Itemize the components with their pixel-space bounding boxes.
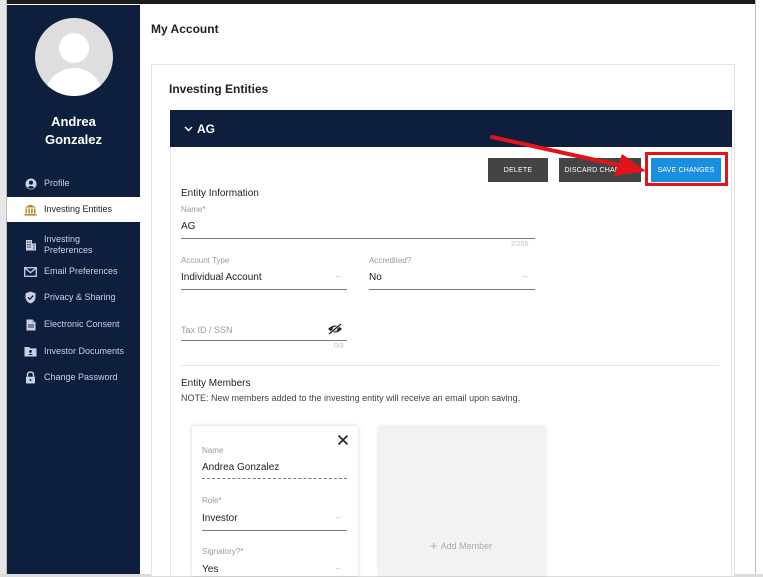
- avatar-body-icon: [45, 68, 103, 96]
- chevron-down-icon: –: [336, 513, 341, 522]
- user-name: Andrea Gonzalez: [7, 113, 140, 149]
- member-name-label: Name: [202, 446, 224, 455]
- sidebar-item-privacy-sharing[interactable]: Privacy & Sharing: [7, 285, 140, 310]
- sidebar-item-label: Privacy & Sharing: [44, 292, 116, 302]
- card-title: Investing Entities: [169, 82, 269, 96]
- members-note: NOTE: New members added to the investing…: [181, 393, 521, 403]
- close-icon[interactable]: [337, 433, 351, 447]
- avatar[interactable]: [35, 18, 113, 96]
- member-role-select[interactable]: Investor: [202, 513, 238, 524]
- avatar-head-icon: [59, 33, 89, 63]
- sidebar-item-investing-preferences[interactable]: Investing Preferences: [7, 231, 140, 259]
- envelope-icon: [24, 265, 37, 278]
- account-type-label: Account Type: [181, 256, 230, 265]
- entity-name-heading: AG: [197, 121, 215, 136]
- tax-id-field[interactable]: Tax ID / SSN: [181, 325, 233, 335]
- user-circle-icon: [24, 177, 37, 190]
- sidebar-item-label: Investor Documents: [44, 346, 125, 356]
- shield-check-icon: [24, 291, 37, 304]
- bank-icon: [24, 203, 37, 216]
- chevron-down-icon: –: [523, 272, 528, 281]
- save-highlight-box: [645, 152, 728, 186]
- window-top-border: [0, 0, 763, 4]
- sidebar-item-label: Email Preferences: [44, 266, 118, 276]
- accredited-select[interactable]: No: [369, 272, 382, 283]
- user-last-name: Gonzalez: [44, 132, 103, 147]
- member-name-underline: [202, 478, 347, 479]
- chevron-down-icon: [184, 125, 193, 132]
- entity-members-heading: Entity Members: [181, 378, 251, 389]
- lock-icon: [24, 371, 37, 384]
- entity-information-heading: Entity Information: [181, 188, 259, 199]
- accredited-label: Accredited?: [369, 256, 412, 265]
- account-type-underline: [181, 289, 347, 290]
- building-icon: [24, 239, 37, 252]
- name-field-underline: [181, 238, 535, 239]
- section-divider: [181, 365, 719, 366]
- name-field-label: Name*: [181, 205, 206, 214]
- sidebar-item-change-password[interactable]: Change Password: [7, 365, 140, 390]
- red-arrow-annotation: [490, 135, 646, 176]
- name-field-counter: 2/255: [511, 241, 529, 248]
- chevron-down-icon: –: [336, 272, 341, 281]
- member-signatory-label: Signatory?*: [202, 547, 244, 556]
- sidebar-item-label: Investing Entities: [44, 204, 113, 214]
- sidebar-item-profile[interactable]: Profile: [7, 171, 140, 196]
- account-type-select[interactable]: Individual Account: [181, 272, 262, 283]
- member-role-label: Role*: [202, 496, 222, 505]
- plus-icon: +: [430, 538, 438, 553]
- sidebar-item-label: Profile: [44, 178, 70, 188]
- page-title: My Account: [151, 22, 219, 36]
- tax-id-counter: 0/9: [334, 343, 344, 350]
- chevron-down-icon: –: [336, 564, 341, 573]
- accredited-underline: [369, 289, 535, 290]
- sidebar-item-label: Electronic Consent: [44, 319, 120, 329]
- member-name-input[interactable]: Andrea Gonzalez: [202, 462, 279, 473]
- window-left-border: [0, 0, 7, 577]
- member-role-underline: [202, 530, 347, 531]
- name-field-input[interactable]: AG: [181, 221, 195, 232]
- member-signatory-select[interactable]: Yes: [202, 564, 218, 575]
- add-member-card[interactable]: [378, 426, 546, 576]
- sidebar-item-electronic-consent[interactable]: Electronic Consent: [7, 312, 140, 337]
- tax-id-underline: [181, 340, 347, 341]
- document-icon: [24, 318, 37, 331]
- sidebar-item-investing-entities[interactable]: Investing Entities: [7, 197, 140, 222]
- sidebar-item-investor-documents[interactable]: Investor Documents: [7, 339, 140, 364]
- sidebar-item-label: Investing Preferences: [44, 234, 93, 255]
- sidebar-item-email-preferences[interactable]: Email Preferences: [7, 259, 140, 284]
- sidebar-item-label: Change Password: [44, 372, 118, 382]
- eye-off-icon[interactable]: [327, 322, 343, 335]
- sidebar: Andrea Gonzalez Profile Investing Entiti…: [7, 5, 140, 574]
- add-member-button[interactable]: + Add Member: [430, 538, 492, 553]
- user-first-name: Andrea: [51, 114, 96, 129]
- folder-user-icon: [24, 345, 37, 358]
- window-right-border: [755, 0, 763, 577]
- add-member-label: Add Member: [440, 540, 493, 551]
